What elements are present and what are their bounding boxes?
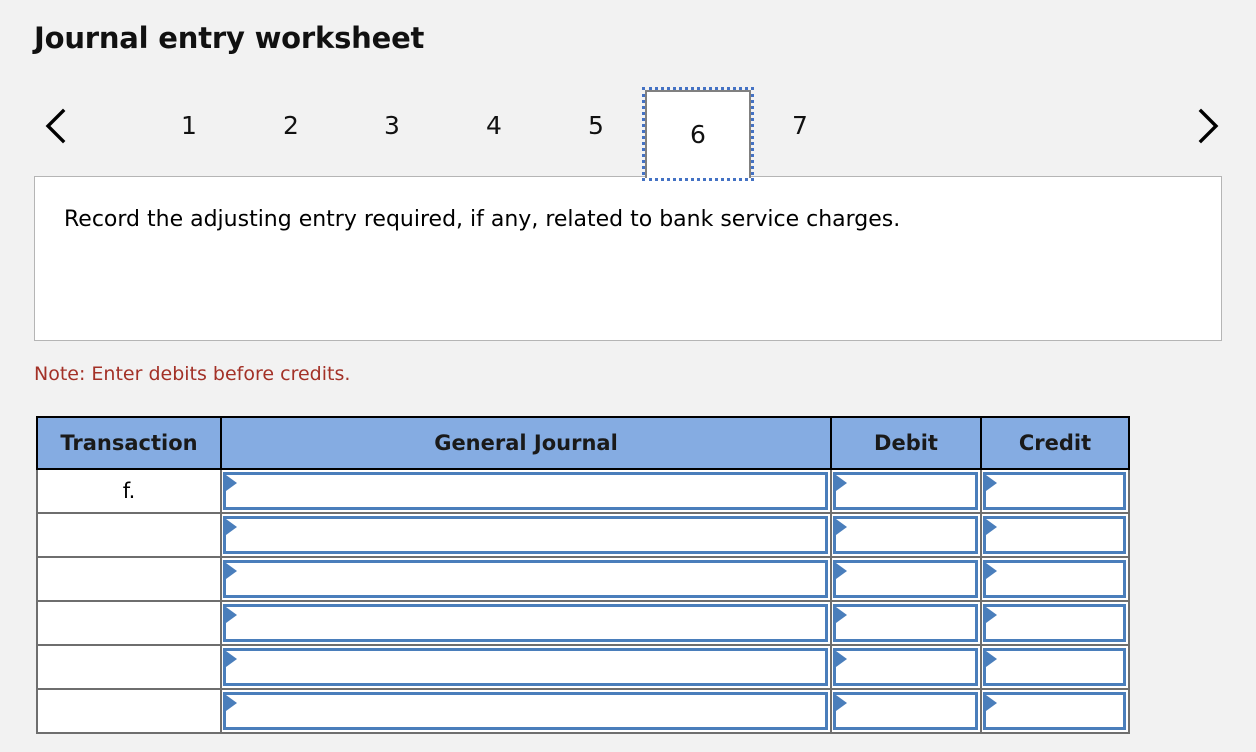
account-select-wrapper[interactable] <box>223 648 828 686</box>
account-select-wrapper[interactable] <box>223 560 828 598</box>
journal-entry-table: Transaction General Journal Debit Credit… <box>36 416 1130 734</box>
tab-5-label: 5 <box>588 111 604 140</box>
credit-input-wrapper[interactable] <box>983 516 1126 554</box>
table-row: f. <box>36 468 1130 514</box>
debit-cell[interactable] <box>830 600 982 646</box>
tab-4[interactable]: 4 <box>459 90 529 162</box>
credit-cell[interactable] <box>980 468 1130 514</box>
column-header-credit: Credit <box>980 416 1130 470</box>
credit-cell[interactable] <box>980 556 1130 602</box>
page-title: Journal entry worksheet <box>34 21 425 55</box>
next-page-button[interactable] <box>1186 90 1230 162</box>
tab-4-label: 4 <box>486 111 502 140</box>
credit-input-row-5[interactable] <box>986 651 1123 683</box>
transaction-cell <box>36 556 222 602</box>
debit-input-row-6[interactable] <box>836 695 975 727</box>
debit-input-wrapper[interactable] <box>833 560 978 598</box>
tab-2[interactable]: 2 <box>256 90 326 162</box>
account-select-row-2[interactable] <box>226 519 825 551</box>
credit-cell[interactable] <box>980 600 1130 646</box>
transaction-label: f. <box>122 479 136 503</box>
account-select-wrapper[interactable] <box>223 692 828 730</box>
column-header-transaction: Transaction <box>36 416 222 470</box>
tab-3[interactable]: 3 <box>357 90 427 162</box>
debits-before-credits-note: Note: Enter debits before credits. <box>34 363 351 385</box>
account-select-row-3[interactable] <box>226 563 825 595</box>
column-header-general-journal: General Journal <box>220 416 832 470</box>
debit-input-row-4[interactable] <box>836 607 975 639</box>
general-journal-cell[interactable] <box>220 688 832 734</box>
credit-cell[interactable] <box>980 512 1130 558</box>
credit-input-row-2[interactable] <box>986 519 1123 551</box>
transaction-cell <box>36 600 222 646</box>
credit-input-row-4[interactable] <box>986 607 1123 639</box>
previous-page-button[interactable] <box>34 90 78 162</box>
transaction-cell: f. <box>36 468 222 514</box>
credit-input-wrapper[interactable] <box>983 648 1126 686</box>
credit-input-wrapper[interactable] <box>983 472 1126 510</box>
debit-input-row-2[interactable] <box>836 519 975 551</box>
debit-input-wrapper[interactable] <box>833 604 978 642</box>
general-journal-cell[interactable] <box>220 644 832 690</box>
debit-cell[interactable] <box>830 688 982 734</box>
transaction-cell <box>36 688 222 734</box>
credit-input-row-1[interactable] <box>986 475 1123 507</box>
general-journal-cell[interactable] <box>220 468 832 514</box>
table-row <box>36 512 1130 558</box>
tab-3-label: 3 <box>384 111 400 140</box>
account-select-row-5[interactable] <box>226 651 825 683</box>
credit-input-wrapper[interactable] <box>983 560 1126 598</box>
worksheet-tab-strip: 1 2 3 4 5 6 7 <box>34 87 1224 181</box>
general-journal-cell[interactable] <box>220 556 832 602</box>
debit-input-wrapper[interactable] <box>833 648 978 686</box>
tab-1-label: 1 <box>181 111 197 140</box>
credit-input-row-3[interactable] <box>986 563 1123 595</box>
debit-input-wrapper[interactable] <box>833 472 978 510</box>
table-header-row: Transaction General Journal Debit Credit <box>36 416 1130 470</box>
debit-cell[interactable] <box>830 468 982 514</box>
question-text: Record the adjusting entry required, if … <box>64 207 901 232</box>
account-select-row-1[interactable] <box>226 475 825 507</box>
account-select-wrapper[interactable] <box>223 516 828 554</box>
table-row <box>36 644 1130 690</box>
table-row <box>36 688 1130 734</box>
debit-input-row-1[interactable] <box>836 475 975 507</box>
tab-5[interactable]: 5 <box>561 90 631 162</box>
debit-input-wrapper[interactable] <box>833 516 978 554</box>
credit-input-row-6[interactable] <box>986 695 1123 727</box>
column-header-debit: Debit <box>830 416 982 470</box>
general-journal-cell[interactable] <box>220 512 832 558</box>
account-select-row-4[interactable] <box>226 607 825 639</box>
debit-cell[interactable] <box>830 644 982 690</box>
chevron-right-icon <box>1195 107 1221 145</box>
tab-2-label: 2 <box>283 111 299 140</box>
tab-7[interactable]: 7 <box>765 90 835 162</box>
account-select-row-6[interactable] <box>226 695 825 727</box>
question-panel: Record the adjusting entry required, if … <box>34 176 1222 341</box>
credit-input-wrapper[interactable] <box>983 604 1126 642</box>
tab-7-label: 7 <box>792 111 808 140</box>
account-select-wrapper[interactable] <box>223 472 828 510</box>
credit-input-wrapper[interactable] <box>983 692 1126 730</box>
debit-cell[interactable] <box>830 556 982 602</box>
transaction-cell <box>36 644 222 690</box>
table-row <box>36 556 1130 602</box>
account-select-wrapper[interactable] <box>223 604 828 642</box>
credit-cell[interactable] <box>980 644 1130 690</box>
tab-1[interactable]: 1 <box>154 90 224 162</box>
tab-6-label: 6 <box>690 120 706 149</box>
general-journal-cell[interactable] <box>220 600 832 646</box>
table-row <box>36 600 1130 646</box>
chevron-left-icon <box>43 107 69 145</box>
credit-cell[interactable] <box>980 688 1130 734</box>
tab-6[interactable]: 6 <box>642 87 754 181</box>
debit-input-wrapper[interactable] <box>833 692 978 730</box>
debit-input-row-5[interactable] <box>836 651 975 683</box>
debit-cell[interactable] <box>830 512 982 558</box>
transaction-cell <box>36 512 222 558</box>
debit-input-row-3[interactable] <box>836 563 975 595</box>
